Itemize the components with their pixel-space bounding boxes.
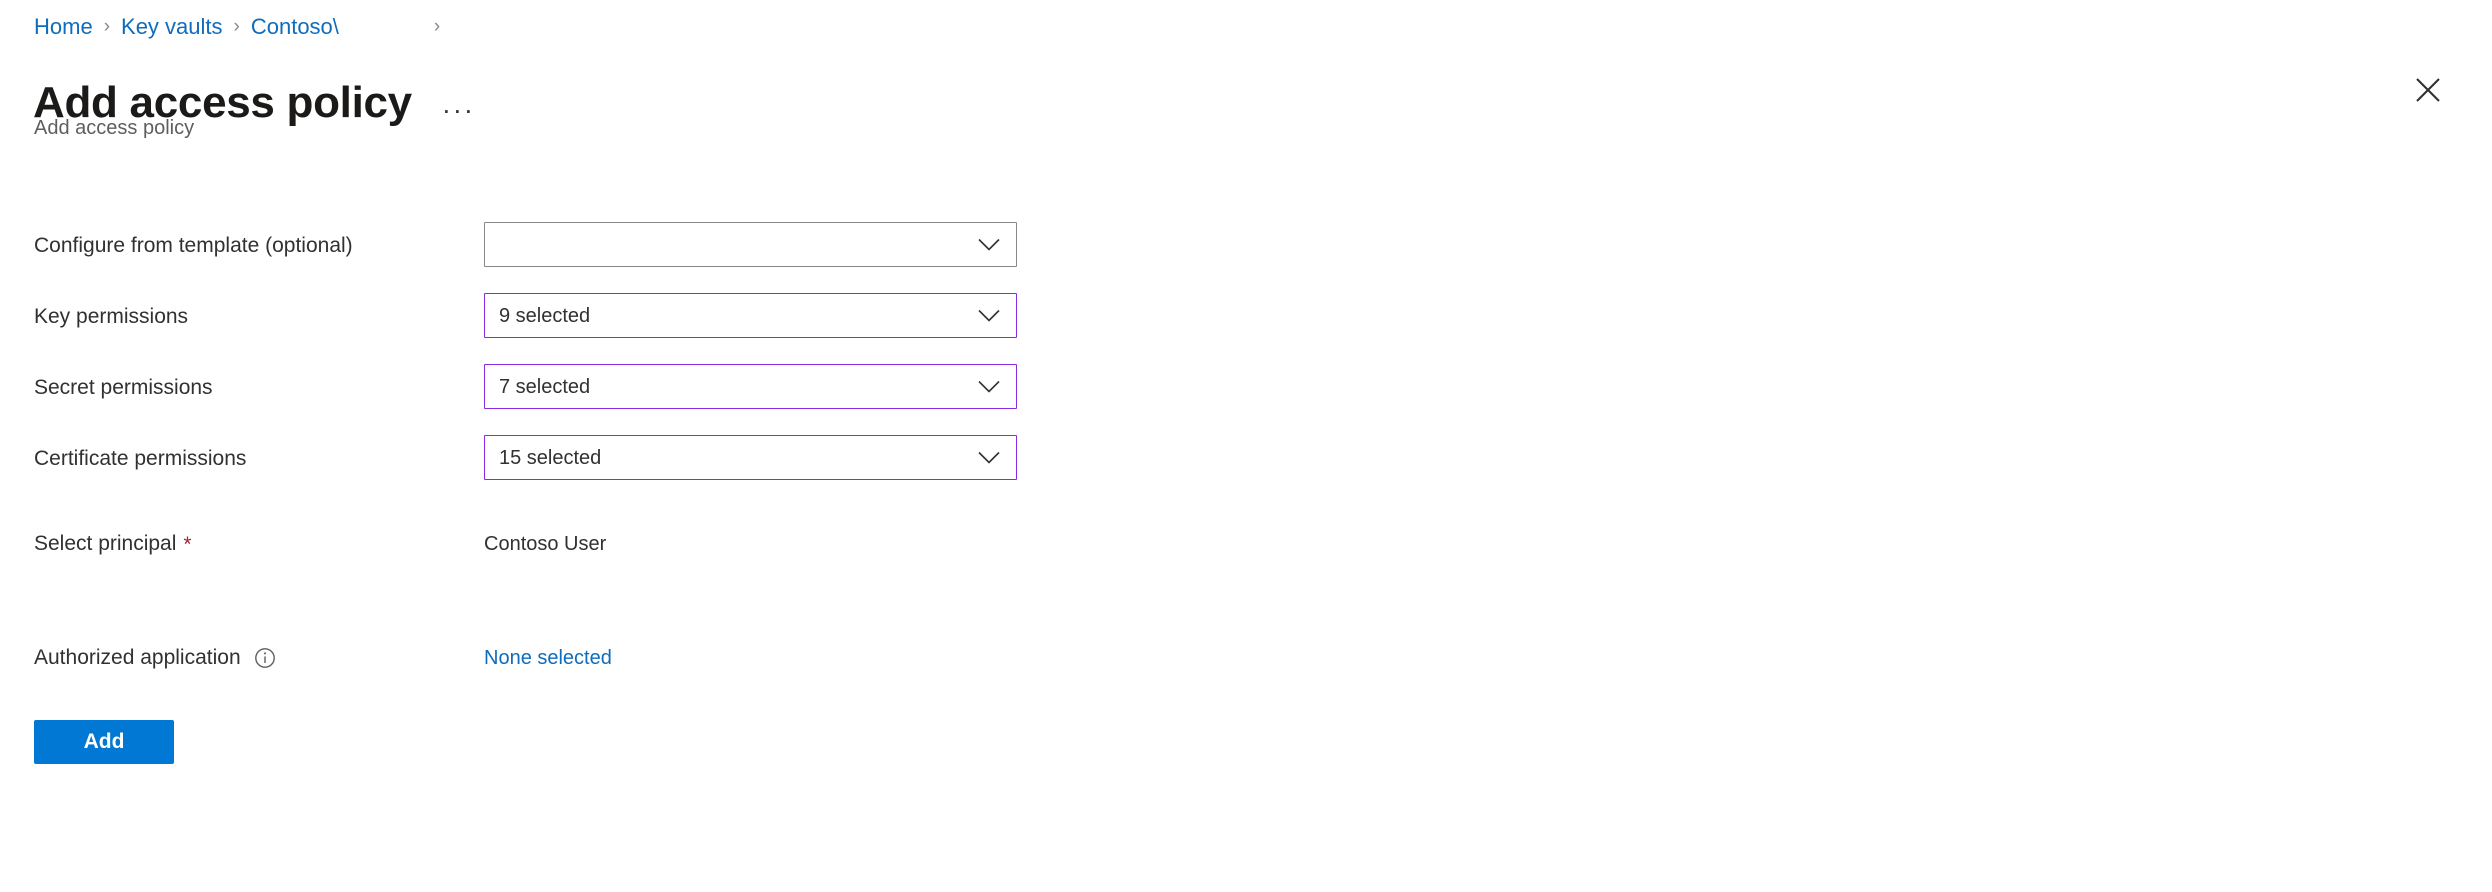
form-row-select-principal: Select principal * Contoso User — [34, 520, 1094, 572]
access-policy-form: Configure from template (optional) Key p… — [34, 222, 1094, 764]
close-icon — [2414, 76, 2442, 104]
certificate-permissions-value: 15 selected — [499, 446, 602, 469]
info-icon[interactable] — [253, 646, 277, 670]
breadcrumb-separator-icon: › — [103, 16, 111, 37]
chevron-down-icon — [976, 451, 1002, 465]
breadcrumb-item-key-vaults[interactable]: Key vaults — [121, 13, 223, 41]
secret-permissions-label: Secret permissions — [34, 376, 213, 399]
chevron-down-icon — [976, 309, 1002, 323]
select-principal-label: Select principal * — [34, 520, 484, 558]
configure-from-template-label: Configure from template (optional) — [34, 234, 353, 257]
certificate-permissions-dropdown[interactable]: 15 selected — [484, 435, 1017, 480]
required-indicator: * — [183, 532, 192, 556]
chevron-down-icon — [976, 238, 1002, 252]
authorized-application-label: Authorized application — [34, 634, 484, 672]
close-button[interactable] — [2406, 68, 2450, 112]
select-principal-label-text: Select principal — [34, 532, 177, 555]
breadcrumb-separator-icon: › — [233, 16, 240, 37]
select-principal-value[interactable]: Contoso User — [484, 520, 606, 557]
title-row: Add access policy ··· — [33, 48, 481, 159]
page-subtitle: Add access policy — [34, 117, 195, 139]
key-permissions-label: Key permissions — [34, 305, 189, 328]
configure-from-template-dropdown[interactable] — [484, 222, 1017, 267]
form-row-certificate-permissions: Certificate permissions 15 selected — [34, 435, 1094, 487]
chevron-down-icon — [976, 380, 1002, 394]
form-row-secret-permissions: Secret permissions 7 selected — [34, 364, 1094, 416]
secret-permissions-dropdown[interactable]: 7 selected — [484, 364, 1017, 409]
breadcrumb-separator-icon: › — [433, 16, 441, 37]
certificate-permissions-label: Certificate permissions — [34, 447, 247, 470]
more-options-button[interactable]: ··· — [436, 97, 481, 124]
authorized-application-label-text: Authorized application — [34, 646, 241, 669]
form-row-key-permissions: Key permissions 9 selected — [34, 293, 1094, 345]
secret-permissions-value: 7 selected — [499, 375, 591, 398]
form-row-authorized-application: Authorized application None selected — [34, 634, 1094, 686]
breadcrumb-item-vault[interactable]: Contoso\ — [251, 13, 339, 41]
key-permissions-value: 9 selected — [499, 304, 591, 327]
add-access-policy-blade: Home › Key vaults › Contoso\ › Add acces… — [0, 0, 2492, 892]
form-row-configure-from-template: Configure from template (optional) — [34, 222, 1094, 274]
add-button[interactable]: Add — [34, 720, 174, 764]
breadcrumb-item-home[interactable]: Home — [34, 13, 93, 41]
authorized-application-value[interactable]: None selected — [484, 634, 612, 671]
key-permissions-dropdown[interactable]: 9 selected — [484, 293, 1017, 338]
breadcrumb: Home › Key vaults › Contoso\ › — [34, 13, 440, 41]
